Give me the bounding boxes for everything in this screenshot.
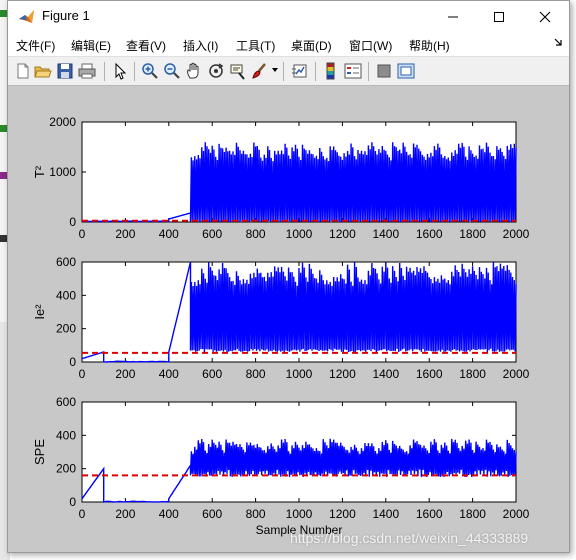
menu-window[interactable]: 窗口(W) — [349, 37, 392, 54]
x-tick-label: 0 — [79, 227, 86, 241]
x-tick-label: 1600 — [416, 227, 443, 241]
x-tick-label: 1200 — [329, 227, 356, 241]
new-figure-icon[interactable] — [14, 62, 32, 80]
matlab-icon — [19, 10, 34, 23]
open-file-icon[interactable] — [34, 62, 52, 80]
minimize-button[interactable] — [430, 1, 476, 32]
x-tick-label: 600 — [202, 367, 222, 381]
brush-icon[interactable] — [251, 62, 269, 80]
edit-plot-arrow-icon[interactable] — [111, 62, 129, 80]
show-plot-tools-icon[interactable] — [397, 62, 415, 80]
x-tick-label: 200 — [115, 367, 135, 381]
x-tick-label: 0 — [79, 367, 86, 381]
x-tick-label: 1800 — [459, 367, 486, 381]
window-title: Figure 1 — [42, 8, 90, 23]
x-tick-label: 1600 — [416, 507, 443, 521]
x-tick-label: 1000 — [286, 227, 313, 241]
menu-bar: 文件(F) 编辑(E) 查看(V) 插入(I) 工具(T) 桌面(D) 窗口(W… — [8, 32, 569, 56]
zoom-out-icon[interactable] — [163, 62, 181, 80]
menu-dock-arrow-icon[interactable] — [553, 37, 563, 47]
y-tick-label: 600 — [56, 395, 76, 409]
y-tick-label: 200 — [56, 322, 76, 336]
x-tick-label: 1400 — [372, 507, 399, 521]
maximize-icon — [494, 11, 504, 22]
menu-desktop[interactable]: 桌面(D) — [291, 37, 332, 54]
y-tick-label: 2000 — [49, 115, 76, 129]
x-tick-label: 200 — [115, 507, 135, 521]
x-tick-label: 2000 — [503, 227, 530, 241]
menu-edit[interactable]: 编辑(E) — [71, 37, 111, 54]
save-icon[interactable] — [56, 62, 74, 80]
plots-svg: 0 200 400 600 800 1000 1200 1400 1600 1800 2000010… — [32, 115, 530, 537]
link-plot-icon[interactable] — [291, 62, 309, 80]
y-axis-label: T² — [32, 165, 47, 178]
toolbar-separator — [315, 62, 316, 81]
maximize-button[interactable] — [476, 1, 522, 32]
toolbar-separator — [283, 62, 284, 81]
y-tick-label: 400 — [56, 428, 76, 442]
figure-toolbar — [8, 56, 569, 86]
x-tick-label: 0 — [79, 507, 86, 521]
x-tick-label: 600 — [202, 507, 222, 521]
minimize-icon — [448, 16, 458, 17]
x-tick-label: 800 — [246, 507, 266, 521]
menu-file[interactable]: 文件(F) — [16, 37, 55, 54]
x-tick-label: 800 — [246, 227, 266, 241]
print-icon[interactable] — [78, 62, 96, 80]
zoom-in-icon[interactable] — [141, 62, 159, 80]
brush-dropdown-icon[interactable] — [272, 68, 278, 72]
toolbar-separator — [134, 62, 135, 81]
x-tick-label: 1800 — [459, 227, 486, 241]
menu-insert[interactable]: 插入(I) — [183, 37, 218, 54]
x-tick-label: 800 — [246, 367, 266, 381]
x-tick-label: 1200 — [329, 367, 356, 381]
pan-hand-icon[interactable] — [185, 62, 203, 80]
x-tick-label: 400 — [159, 367, 179, 381]
x-tick-label: 600 — [202, 227, 222, 241]
x-tick-label: 1400 — [372, 227, 399, 241]
x-tick-label: 400 — [159, 507, 179, 521]
x-tick-label: 2000 — [503, 367, 530, 381]
menu-tools[interactable]: 工具(T) — [236, 37, 275, 54]
legend-icon[interactable] — [344, 62, 362, 80]
y-tick-label: 0 — [69, 215, 76, 229]
x-tick-label: 1200 — [329, 507, 356, 521]
x-tick-label: 200 — [115, 227, 135, 241]
toolbar-separator — [368, 62, 369, 81]
y-tick-label: 0 — [69, 495, 76, 509]
title-bar[interactable]: Figure 1 — [8, 1, 569, 32]
x-tick-label: 1600 — [416, 367, 443, 381]
y-tick-label: 0 — [69, 355, 76, 369]
data-cursor-icon[interactable] — [229, 62, 247, 80]
menu-help[interactable]: 帮助(H) — [409, 37, 450, 54]
x-tick-label: 1000 — [286, 367, 313, 381]
x-tick-label: 2000 — [503, 507, 530, 521]
y-tick-label: 200 — [56, 462, 76, 476]
x-tick-label: 400 — [159, 227, 179, 241]
x-tick-label: 1800 — [459, 507, 486, 521]
y-tick-label: 1000 — [49, 165, 76, 179]
x-tick-label: 1400 — [372, 367, 399, 381]
rotate-3d-icon[interactable] — [207, 62, 225, 80]
y-tick-label: 400 — [56, 288, 76, 302]
y-axis-label: Ie² — [32, 304, 47, 320]
close-icon — [539, 11, 551, 22]
figure-canvas: 0 200 400 600 800 1000 1200 1400 1600 1800 2000 0 10… — [8, 86, 569, 552]
watermark: https://blog.csdn.net/weixin_44333889 — [290, 530, 529, 546]
y-axis-label: SPE — [32, 439, 47, 465]
close-button[interactable] — [522, 1, 568, 32]
x-tick-label: 1000 — [286, 507, 313, 521]
y-tick-label: 600 — [56, 255, 76, 269]
figure-window: Figure 1 文件(F) 编辑(E) 查看(V) 插入(I) 工具(T) 桌… — [7, 0, 570, 553]
toolbar-separator — [104, 62, 105, 81]
hide-plot-tools-icon[interactable] — [375, 62, 393, 80]
colorbar-icon[interactable] — [322, 62, 340, 80]
menu-view[interactable]: 查看(V) — [126, 37, 166, 54]
